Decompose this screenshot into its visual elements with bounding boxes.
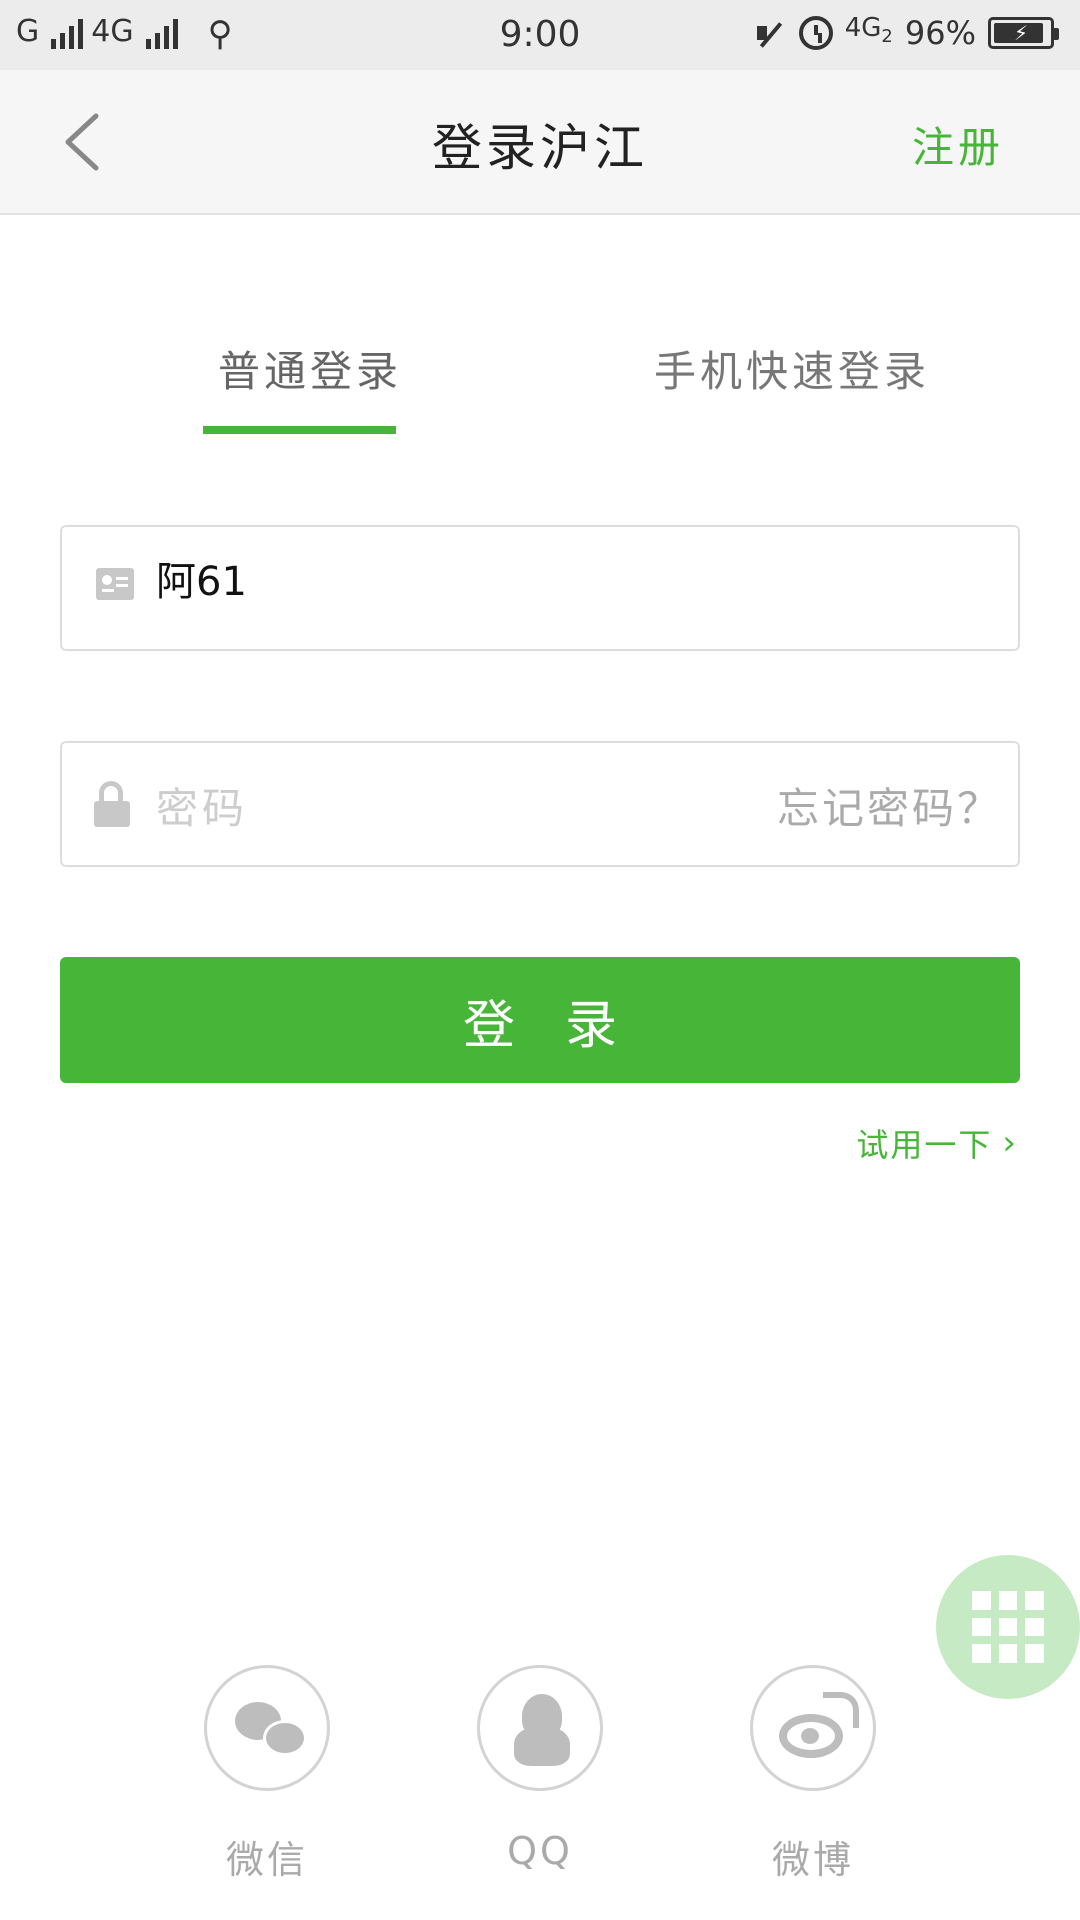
try-it-link[interactable]: 试用一下 › [856, 1120, 1018, 1166]
wechat-login[interactable]: 微信 [204, 1665, 330, 1884]
weibo-login[interactable]: 微博 [750, 1665, 876, 1884]
status-right: 4G2 96% ⚡ [753, 13, 1059, 52]
tab-phone-quick-login[interactable]: 手机快速登录 [654, 338, 930, 399]
register-button[interactable]: 注册 [912, 114, 1004, 175]
mute-icon [753, 16, 787, 50]
try-it-label: 试用一下 [856, 1126, 993, 1164]
qq-icon[interactable] [477, 1665, 603, 1791]
tab-normal-login[interactable]: 普通登录 [218, 338, 402, 399]
qq-login[interactable]: QQ [477, 1665, 603, 1873]
floating-menu-button[interactable] [936, 1555, 1080, 1699]
password-field[interactable]: 密码 忘记密码？ [60, 741, 1020, 867]
forgot-password-link[interactable]: 忘记密码？ [777, 775, 1002, 836]
login-button[interactable]: 登录 [60, 957, 1020, 1083]
weibo-icon[interactable] [750, 1665, 876, 1791]
username-field[interactable] [60, 525, 1020, 651]
chevron-right-icon: › [1002, 1123, 1018, 1163]
status-bar: G 4G ⚲ 9:00 4G2 96% ⚡ [0, 0, 1080, 70]
battery-percent: 96% [904, 14, 976, 52]
wechat-icon[interactable] [204, 1665, 330, 1791]
battery-icon: ⚡ [988, 17, 1059, 49]
qq-label: QQ [507, 1829, 573, 1873]
login-screen: G 4G ⚲ 9:00 4G2 96% ⚡ 登录沪江 注册 普通登录 手机快速登… [0, 0, 1080, 1920]
password-placeholder: 密码 [156, 784, 249, 833]
app-header: 登录沪江 注册 [0, 70, 1080, 215]
network-4g-label: 4G2 [844, 13, 893, 48]
wechat-label: 微信 [225, 1838, 308, 1882]
active-tab-indicator [203, 426, 396, 434]
alarm-icon [798, 16, 833, 50]
grid-icon [972, 1591, 1044, 1663]
unlock-icon [94, 781, 130, 827]
weibo-label: 微博 [771, 1838, 854, 1882]
username-input[interactable] [156, 555, 656, 601]
id-card-icon [96, 568, 134, 600]
